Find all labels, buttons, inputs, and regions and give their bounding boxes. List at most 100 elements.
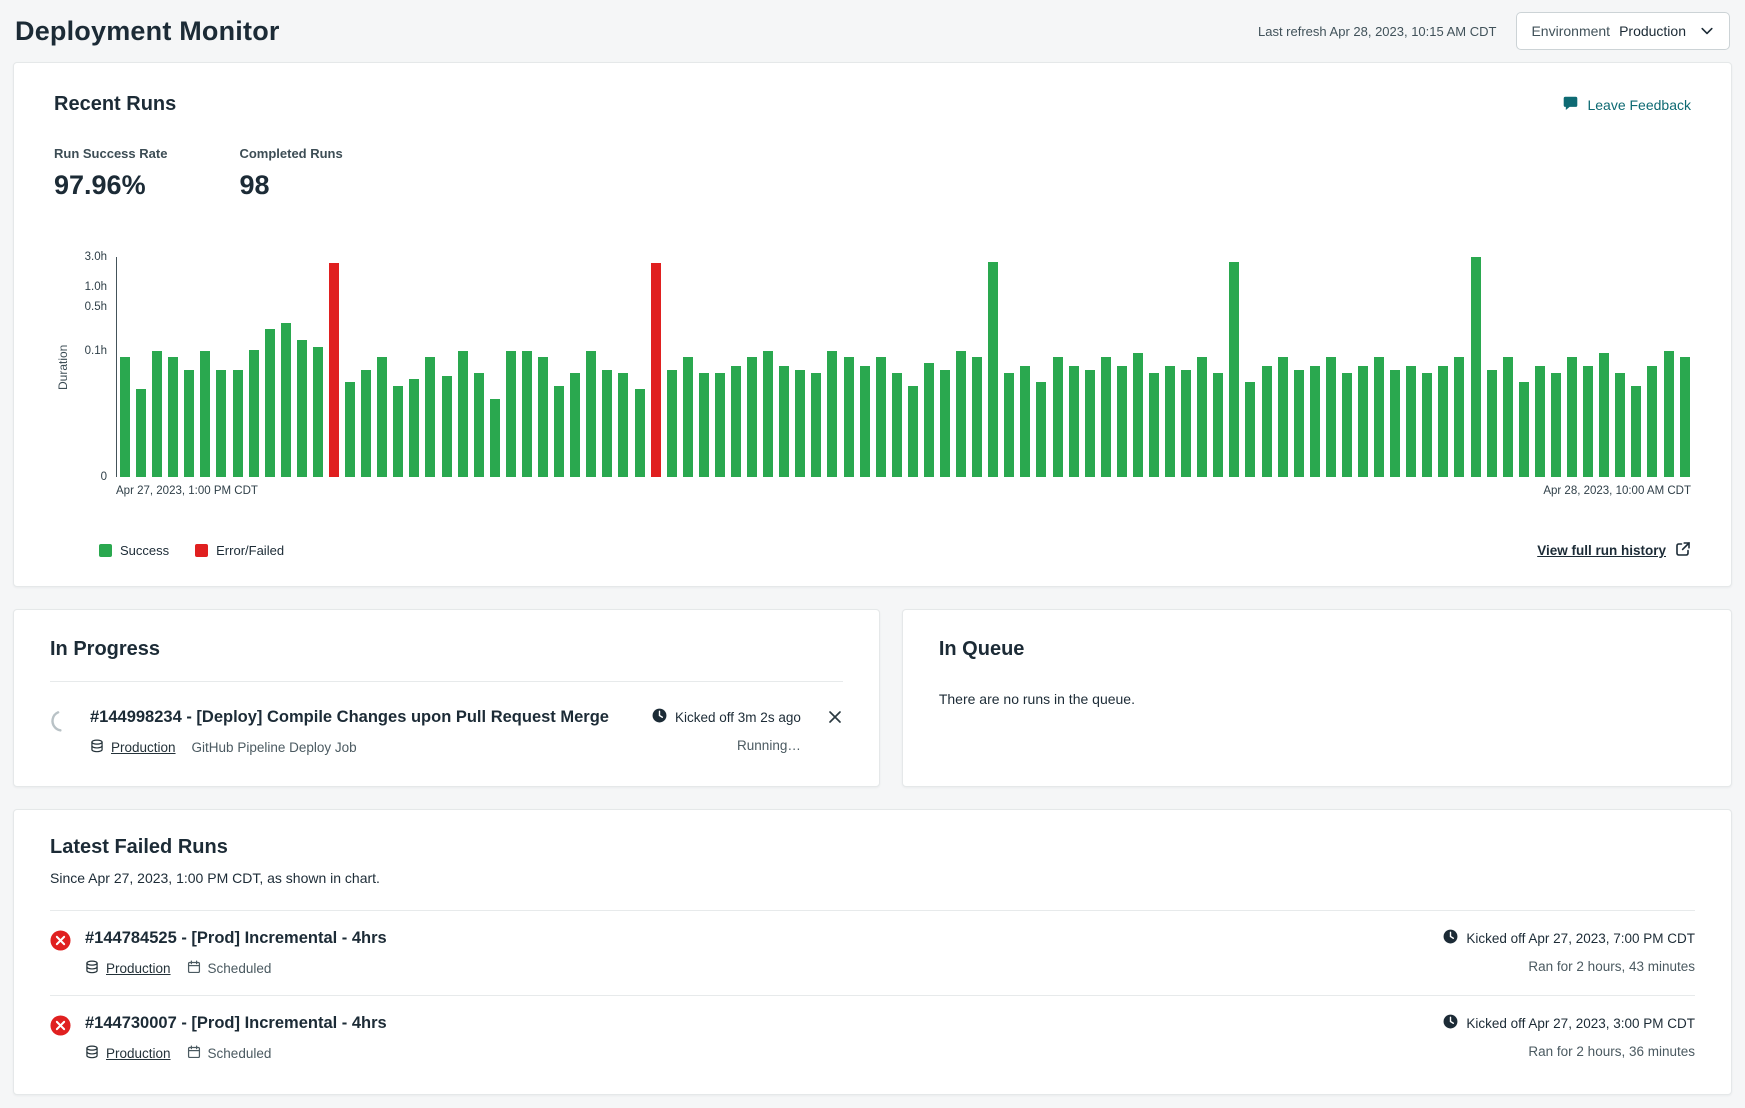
chart-bar[interactable] [1133, 353, 1143, 477]
chart-bar[interactable] [731, 366, 741, 477]
chart-bar[interactable] [1615, 373, 1625, 477]
chart-bar[interactable] [763, 351, 773, 477]
chart-bar[interactable] [1535, 366, 1545, 477]
chart-bar[interactable] [1101, 357, 1111, 477]
chart-bar[interactable] [1036, 382, 1046, 477]
chart-bar[interactable] [795, 370, 805, 477]
chart-bar[interactable] [216, 370, 226, 477]
chart-bar[interactable] [442, 376, 452, 477]
chart-bar[interactable] [1680, 357, 1690, 477]
chart-bar[interactable] [1197, 357, 1207, 477]
chart-bar[interactable] [988, 262, 998, 477]
chart-bar[interactable] [297, 340, 307, 477]
chart-bar[interactable] [1213, 373, 1223, 477]
chart-bar[interactable] [345, 382, 355, 477]
chart-bar[interactable] [168, 357, 178, 477]
chart-bar[interactable] [1567, 357, 1577, 477]
chart-bar[interactable] [635, 389, 645, 477]
chart-bar[interactable] [586, 351, 596, 477]
chart-bar[interactable] [602, 370, 612, 477]
chart-bar[interactable] [393, 386, 403, 477]
chart-bar[interactable] [1342, 373, 1352, 477]
chart-bar[interactable] [972, 357, 982, 477]
chart-bar[interactable] [651, 263, 661, 477]
chart-bar[interactable] [361, 370, 371, 477]
chart-bar[interactable] [1004, 373, 1014, 477]
chart-bar[interactable] [1438, 366, 1448, 477]
chart-bar[interactable] [1053, 357, 1063, 477]
chart-bar[interactable] [474, 373, 484, 477]
chart-bar[interactable] [827, 351, 837, 477]
cancel-run-button[interactable] [827, 709, 843, 725]
chart-bar[interactable] [281, 323, 291, 477]
chart-bar[interactable] [892, 373, 902, 477]
chart-bar[interactable] [425, 357, 435, 477]
chart-bar[interactable] [1374, 357, 1384, 477]
chart-bar[interactable] [506, 351, 516, 477]
chart-bar[interactable] [908, 386, 918, 477]
chart-bar[interactable] [1583, 366, 1593, 477]
chart-bar[interactable] [1165, 366, 1175, 477]
leave-feedback-link[interactable]: Leave Feedback [1562, 95, 1691, 115]
chart-bar[interactable] [1471, 257, 1481, 477]
chart-bar[interactable] [876, 357, 886, 477]
chart-bar[interactable] [715, 373, 725, 477]
chart-bar[interactable] [860, 366, 870, 477]
chart-bar[interactable] [538, 357, 548, 477]
chart-bar[interactable] [554, 386, 564, 477]
chart-bar[interactable] [233, 370, 243, 477]
chart-bar[interactable] [1551, 373, 1561, 477]
chart-bar[interactable] [1085, 370, 1095, 477]
chart-bar[interactable] [1631, 386, 1641, 477]
chart-bar[interactable] [1245, 382, 1255, 477]
chart-bar[interactable] [1454, 357, 1464, 477]
chart-bar[interactable] [1294, 370, 1304, 477]
chart-bar[interactable] [458, 351, 468, 477]
chart-bar[interactable] [683, 357, 693, 477]
environment-link[interactable]: Production [90, 739, 176, 756]
environment-link[interactable]: Production [85, 960, 171, 977]
chart-bar[interactable] [1069, 366, 1079, 477]
chart-bar[interactable] [249, 350, 259, 477]
chart-bar[interactable] [618, 373, 628, 477]
chart-bar[interactable] [1117, 366, 1127, 477]
chart-bar[interactable] [811, 373, 821, 477]
chart-bar[interactable] [1487, 370, 1497, 477]
chart-bar[interactable] [313, 347, 323, 477]
chart-bar[interactable] [1229, 262, 1239, 477]
chart-bar[interactable] [956, 351, 966, 477]
chart-bar[interactable] [747, 357, 757, 477]
chart-bar[interactable] [1390, 370, 1400, 477]
chart-bar[interactable] [844, 357, 854, 477]
chart-bar[interactable] [377, 357, 387, 477]
chart-bar[interactable] [120, 357, 130, 477]
chart-bar[interactable] [699, 373, 709, 477]
chart-bar[interactable] [1326, 357, 1336, 477]
chart-bar[interactable] [1519, 382, 1529, 477]
chart-bar[interactable] [152, 351, 162, 477]
chart-bar[interactable] [924, 363, 934, 477]
chart-bar[interactable] [1181, 370, 1191, 477]
environment-link[interactable]: Production [85, 1045, 171, 1062]
chart-bar[interactable] [1664, 351, 1674, 477]
chart-bar[interactable] [1278, 357, 1288, 477]
chart-bar[interactable] [570, 373, 580, 477]
chart-bar[interactable] [1310, 366, 1320, 477]
chart-bar[interactable] [1149, 373, 1159, 477]
chart-bar[interactable] [184, 370, 194, 477]
chart-bar[interactable] [490, 399, 500, 477]
environment-dropdown[interactable]: Environment Production [1516, 12, 1730, 50]
chart-bar[interactable] [329, 263, 339, 477]
chart-bar[interactable] [940, 370, 950, 477]
chart-bar[interactable] [1503, 357, 1513, 477]
chart-bar[interactable] [1020, 366, 1030, 477]
chart-bar[interactable] [779, 366, 789, 477]
chart-bar[interactable] [1647, 366, 1657, 477]
chart-bar[interactable] [409, 379, 419, 477]
chart-bar[interactable] [667, 370, 677, 477]
chart-bar[interactable] [1422, 373, 1432, 477]
chart-bar[interactable] [265, 329, 275, 477]
chart-bar[interactable] [200, 351, 210, 477]
chart-bar[interactable] [1262, 366, 1272, 477]
chart-bar[interactable] [522, 351, 532, 477]
